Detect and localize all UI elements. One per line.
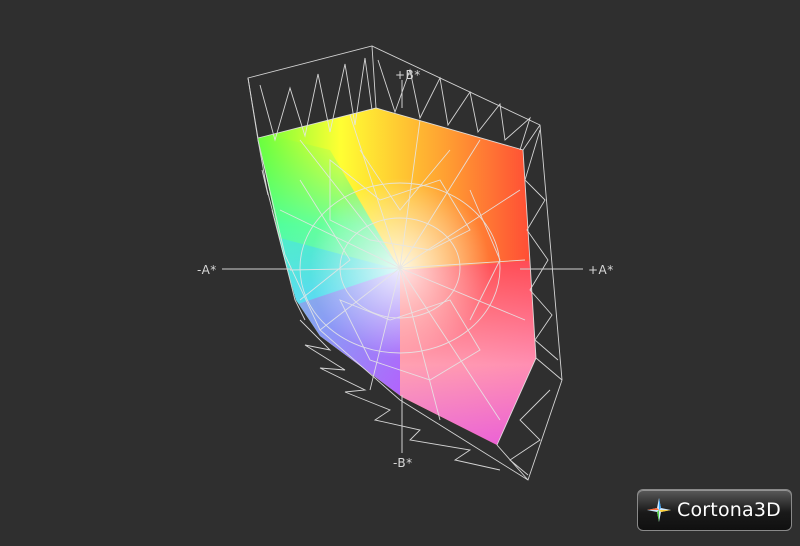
logo-text: Cortona3D: [677, 499, 781, 521]
3d-viewport[interactable]: -A* +A* +B* -B*: [0, 0, 800, 541]
axis-label-neg-b: -B*: [393, 456, 413, 470]
cortona-star-icon: [647, 498, 671, 522]
axis-label-pos-b: +B*: [395, 68, 421, 82]
axis-label-pos-a: +A*: [588, 263, 614, 277]
axis-label-neg-a: -A*: [197, 263, 217, 277]
cortona3d-logo[interactable]: Cortona3D: [637, 489, 792, 531]
gamut-solid: [258, 108, 536, 445]
